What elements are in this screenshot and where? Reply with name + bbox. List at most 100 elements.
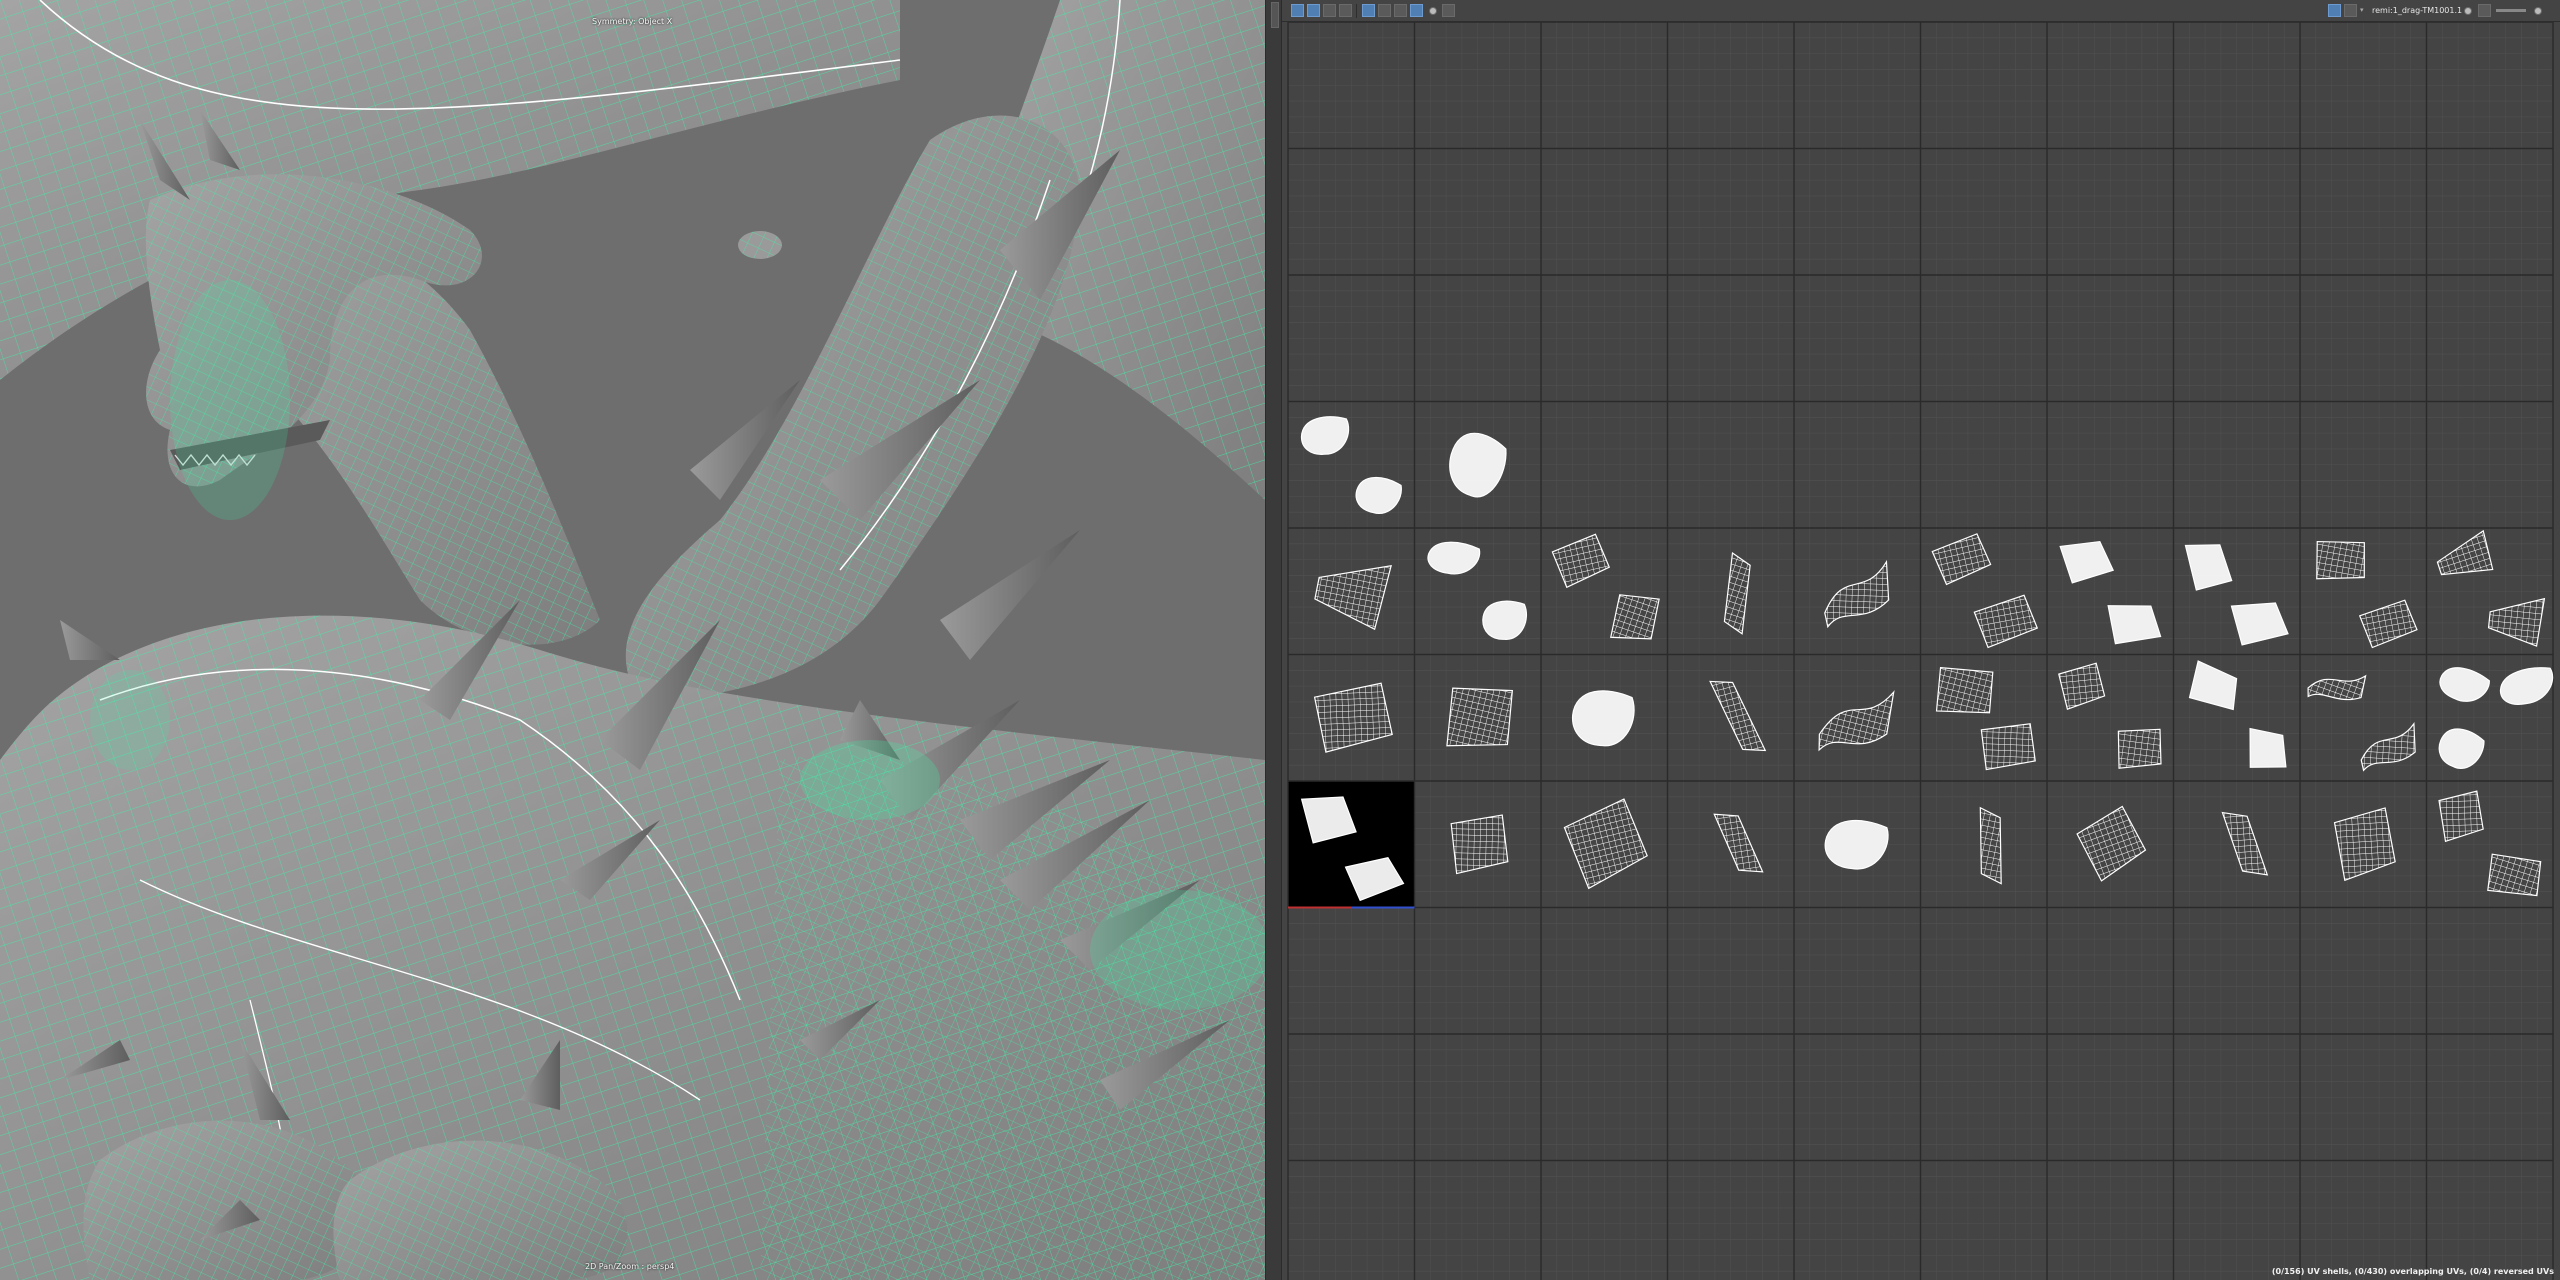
grip-icon[interactable] — [1271, 2, 1279, 28]
uv-shell-outline — [1449, 432, 1507, 498]
uv-editor[interactable]: ▾ remi:1_drag-TM1001.1 (0/156) UV shells… — [1282, 0, 2560, 1280]
uv-shell — [1818, 690, 1895, 752]
uv-shell-outline — [2184, 544, 2233, 591]
uv-grid[interactable] — [1282, 22, 2560, 1280]
uv-shell-outline — [1709, 680, 1767, 752]
uv-shell-outline — [1300, 416, 1350, 455]
snapshot-icon[interactable] — [1362, 4, 1375, 17]
uv-shell-outline — [2333, 807, 2396, 882]
uv-shell — [1450, 814, 1509, 875]
uv-shell — [1980, 723, 2036, 771]
uv-shell — [1449, 432, 1507, 498]
uv-shell-outline — [1818, 690, 1895, 752]
uv-shell-outline — [1313, 682, 1393, 753]
uv-shell — [1713, 813, 1764, 873]
uv-shell-outline — [2076, 805, 2147, 882]
uv-shell-outline — [2058, 662, 2106, 710]
uv-shell-outline — [1931, 533, 1992, 586]
uv-shell — [1973, 594, 2039, 649]
uv-shell-outline — [1427, 541, 1481, 575]
uv-shell-outline — [1973, 594, 2039, 649]
uv-shell-outline — [2438, 790, 2484, 843]
isolate-icon[interactable] — [2344, 4, 2357, 17]
dragon-model[interactable] — [0, 0, 1265, 1280]
shaded-icon[interactable] — [1410, 4, 1423, 17]
camera-label: 2D Pan/Zoom : persp4 — [585, 1262, 675, 1271]
uv-shell-outline — [1482, 600, 1528, 640]
uv-shell — [1610, 594, 1660, 640]
uv-shell-outline — [2360, 721, 2416, 772]
perspective-viewport[interactable]: Symmetry: Object X 2D Pan/Zoom : persp4 — [0, 0, 1265, 1280]
uv-shell-outline — [2221, 811, 2269, 876]
uv-shell-outline — [1713, 813, 1764, 873]
camera-icon[interactable] — [1442, 4, 1455, 17]
uv-shell — [1824, 819, 1889, 870]
uv-toolbar: ▾ remi:1_drag-TM1001.1 — [1282, 0, 2560, 22]
slider-icon[interactable] — [2496, 9, 2526, 12]
uv-shell — [2499, 667, 2554, 705]
refresh-icon[interactable] — [2534, 7, 2542, 15]
texture-icon[interactable] — [1291, 4, 1304, 17]
uv-shell — [2358, 599, 2418, 649]
uv-shell-outline — [2307, 674, 2367, 701]
ruler-icon[interactable] — [1394, 4, 1407, 17]
uv-shell-outline — [2499, 667, 2554, 705]
uv-shell-outline — [2230, 602, 2289, 646]
filter-icon[interactable] — [1323, 4, 1336, 17]
uv-shell — [2058, 662, 2106, 710]
uv-shell — [2076, 805, 2147, 882]
exposure-icon[interactable] — [2464, 7, 2472, 15]
uv-shell — [2307, 674, 2367, 701]
uv-shell — [1355, 476, 1402, 515]
uv-shell-outline — [1355, 476, 1402, 515]
uv-shell — [1723, 551, 1751, 635]
uv-set-title: remi:1_drag-TM1001.1 — [2372, 6, 2463, 15]
foreleg — [625, 115, 1080, 701]
uv-shell — [1313, 682, 1393, 753]
uv-shell — [1446, 687, 1514, 747]
uv-shell — [2360, 721, 2416, 772]
uv-shell — [1572, 690, 1635, 747]
grid-icon[interactable] — [1378, 4, 1391, 17]
uv-shell — [2249, 727, 2287, 768]
uv-shell-outline — [1572, 690, 1635, 747]
uv-shell — [2230, 602, 2289, 646]
uv-shell — [2188, 660, 2238, 711]
checker-icon[interactable] — [1307, 4, 1320, 17]
panel-splitter[interactable] — [1265, 0, 1282, 1280]
dropdown-icon[interactable]: ▾ — [2360, 4, 2366, 17]
uv-shell — [1300, 416, 1350, 455]
uv-shell — [2333, 807, 2396, 882]
uv-shell-outline — [1935, 666, 1994, 714]
uv-status-bar: (0/156) UV shells, (0/430) overlapping U… — [2271, 1267, 2554, 1276]
uv-shell — [1427, 541, 1481, 575]
uv-shell — [2438, 790, 2484, 843]
uv-shell — [1563, 798, 1648, 890]
dot-icon[interactable] — [1429, 7, 1437, 15]
uv-shell-outline — [1551, 533, 1611, 589]
uv-shell-outline — [1979, 806, 2002, 885]
uv-shell-outline — [2316, 540, 2365, 580]
image-icon[interactable] — [1339, 4, 1352, 17]
uv-shell-outline — [2188, 660, 2238, 711]
uv-shell — [1935, 666, 1994, 714]
uv-shell — [1482, 600, 1528, 640]
uv-shell-outline — [2059, 540, 2115, 584]
display-icon[interactable] — [2328, 4, 2341, 17]
uv-shell — [1709, 680, 1767, 752]
uv-shell-outline — [2358, 599, 2418, 649]
uv-shell-outline — [1824, 819, 1889, 870]
symmetry-label: Symmetry: Object X — [592, 17, 673, 26]
uv-shell-outline — [1610, 594, 1660, 640]
uv-shell-outline — [1450, 814, 1509, 875]
gamma-icon[interactable] — [2478, 4, 2491, 17]
uv-shell — [1979, 806, 2002, 885]
uv-shell-outline — [1980, 723, 2036, 771]
uv-shell — [2316, 540, 2365, 580]
uv-shell-outline — [1446, 687, 1514, 747]
uv-shell-outline — [1563, 798, 1648, 890]
uv-shell — [1551, 533, 1611, 589]
uv-shell — [2221, 811, 2269, 876]
uv-shell — [2184, 544, 2233, 591]
uv-shell-outline — [1723, 551, 1751, 635]
